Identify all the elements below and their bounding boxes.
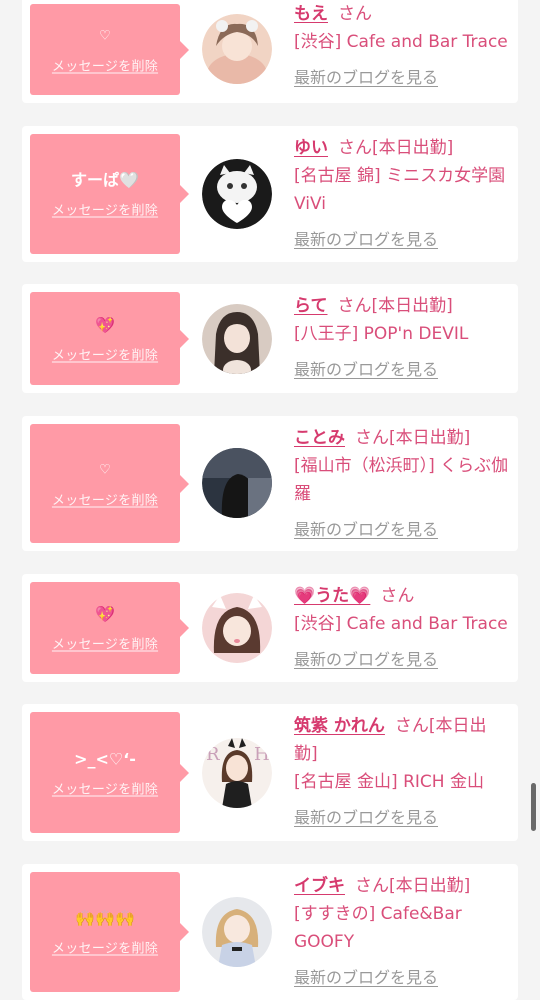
latest-blog-link[interactable]: 最新のブログを見る bbox=[294, 804, 510, 832]
entry-info: 💗うた💗 さん [渋谷] Cafe and Bar Trace 最新のブログを見る bbox=[294, 582, 510, 674]
cast-name-link[interactable]: イブキ bbox=[294, 876, 345, 896]
delete-message-link[interactable]: メッセージを削除 bbox=[52, 489, 158, 508]
avatar-image bbox=[202, 14, 272, 84]
delete-message-link[interactable]: メッセージを削除 bbox=[52, 634, 158, 653]
cast-name-link[interactable]: らて bbox=[294, 296, 328, 316]
list-item: 💖 メッセージを削除 らて さん[本日出勤] [八王子] POP'n DEVIL … bbox=[22, 284, 518, 393]
message-text: ♡ bbox=[99, 462, 111, 477]
san-suffix: さん bbox=[394, 716, 429, 736]
cast-name-link[interactable]: ゆい bbox=[294, 138, 328, 158]
message-text: すーぱ🤍 bbox=[71, 170, 139, 190]
avatar-image bbox=[202, 593, 272, 663]
cast-name-link[interactable]: 筑紫 かれん bbox=[294, 716, 385, 736]
entry-info: ことみ さん[本日出勤] [福山市（松浜町）] くらぶ伽羅 最新のブログを見る bbox=[294, 424, 510, 544]
svg-text:H: H bbox=[254, 744, 270, 765]
list-item: 🙌🙌🙌 メッセージを削除 イブキ さん[本日出勤] [すすきの] Cafe&Bar… bbox=[22, 864, 518, 1000]
message-text: 🙌🙌🙌 bbox=[75, 908, 135, 928]
shop-info: [八王子] POP'n DEVIL bbox=[294, 324, 469, 344]
message-text: >_<♡‘- bbox=[74, 749, 136, 768]
status-label: [本日出勤] bbox=[389, 876, 471, 896]
latest-blog-link[interactable]: 最新のブログを見る bbox=[294, 646, 510, 674]
delete-message-link[interactable]: メッセージを削除 bbox=[52, 778, 158, 797]
message-bubble: 💖 メッセージを削除 bbox=[30, 582, 189, 674]
san-suffix: さん bbox=[355, 876, 389, 896]
list-item: >_<♡‘- メッセージを削除 R H 筑紫 かれん さん[本日出勤] [名古屋 … bbox=[22, 704, 518, 841]
latest-blog-link[interactable]: 最新のブログを見る bbox=[294, 356, 510, 384]
list-item: ♡ メッセージを削除 ことみ さん[本日出勤] [福山市（松浜町）] くらぶ伽羅 … bbox=[22, 416, 518, 551]
san-suffix: さん bbox=[337, 296, 372, 316]
list-item: すーぱ🤍 メッセージを削除 ゆい さん[本日出勤] [名古屋 錦] ミニスカ女学園… bbox=[22, 126, 518, 262]
message-text: 💖 bbox=[95, 315, 115, 334]
latest-blog-link[interactable]: 最新のブログを見る bbox=[294, 964, 510, 992]
cast-name-link[interactable]: ことみ bbox=[294, 428, 345, 448]
cast-name-link[interactable]: 💗うた💗 bbox=[294, 586, 370, 606]
san-suffix: さん bbox=[338, 4, 372, 24]
delete-message-link[interactable]: メッセージを削除 bbox=[52, 200, 158, 219]
avatar[interactable] bbox=[202, 159, 272, 229]
scrollbar[interactable] bbox=[531, 783, 536, 831]
delete-message-link[interactable]: メッセージを削除 bbox=[52, 344, 158, 363]
entry-info: 筑紫 かれん さん[本日出勤] [名古屋 金山] RICH 金山 最新のブログを見… bbox=[294, 712, 510, 832]
list-item: 💖 メッセージを削除 💗うた💗 さん [渋谷] Cafe and Bar Trac… bbox=[22, 574, 518, 682]
list-item: ♡ メッセージを削除 もえ さん [渋谷] Cafe and Bar Trace … bbox=[22, 0, 518, 103]
avatar[interactable] bbox=[202, 304, 272, 374]
shop-info: [渋谷] Cafe and Bar Trace bbox=[294, 32, 508, 52]
avatar-image bbox=[202, 448, 272, 518]
message-bubble: 🙌🙌🙌 メッセージを削除 bbox=[30, 872, 189, 992]
message-bubble: ♡ メッセージを削除 bbox=[30, 4, 189, 95]
latest-blog-link[interactable]: 最新のブログを見る bbox=[294, 516, 510, 544]
message-bubble: すーぱ🤍 メッセージを削除 bbox=[30, 134, 189, 254]
avatar[interactable] bbox=[202, 593, 272, 663]
entry-info: イブキ さん[本日出勤] [すすきの] Cafe&Bar GOOFY 最新のブログ… bbox=[294, 872, 510, 992]
message-text: 💖 bbox=[95, 604, 115, 624]
san-suffix: さん bbox=[380, 586, 415, 606]
status-label: [本日出勤] bbox=[389, 428, 471, 448]
avatar[interactable]: R H bbox=[202, 738, 272, 808]
svg-text:R: R bbox=[206, 744, 220, 765]
delete-message-link[interactable]: メッセージを削除 bbox=[52, 55, 158, 74]
message-bubble: >_<♡‘- メッセージを削除 bbox=[30, 712, 189, 833]
san-suffix: さん bbox=[338, 138, 372, 158]
avatar-image bbox=[202, 304, 272, 374]
delete-message-link[interactable]: メッセージを削除 bbox=[52, 938, 158, 957]
entry-info: もえ さん [渋谷] Cafe and Bar Trace 最新のブログを見る bbox=[294, 0, 510, 92]
status-label: [本日出勤] bbox=[372, 138, 454, 158]
entry-info: ゆい さん[本日出勤] [名古屋 錦] ミニスカ女学園ViVi 最新のブログを見る bbox=[294, 134, 510, 254]
status-label: [本日出勤] bbox=[371, 296, 453, 316]
avatar[interactable] bbox=[202, 897, 272, 967]
shop-info: [名古屋 錦] ミニスカ女学園ViVi bbox=[294, 166, 506, 214]
cast-name-link[interactable]: もえ bbox=[294, 4, 328, 24]
message-bubble: 💖 メッセージを削除 bbox=[30, 292, 189, 385]
avatar-image: R H bbox=[202, 738, 272, 808]
message-text: ♡ bbox=[99, 28, 111, 43]
avatar-image bbox=[202, 159, 272, 229]
message-bubble: ♡ メッセージを削除 bbox=[30, 424, 189, 543]
latest-blog-link[interactable]: 最新のブログを見る bbox=[294, 64, 510, 92]
shop-info: [渋谷] Cafe and Bar Trace bbox=[294, 614, 508, 634]
avatar[interactable] bbox=[202, 448, 272, 518]
avatar[interactable] bbox=[202, 14, 272, 84]
entry-info: らて さん[本日出勤] [八王子] POP'n DEVIL 最新のブログを見る bbox=[294, 292, 510, 384]
shop-info: [すすきの] Cafe&Bar GOOFY bbox=[294, 904, 462, 952]
shop-info: [名古屋 金山] RICH 金山 bbox=[294, 772, 484, 792]
latest-blog-link[interactable]: 最新のブログを見る bbox=[294, 226, 510, 254]
san-suffix: さん bbox=[355, 428, 389, 448]
avatar-image bbox=[202, 897, 272, 967]
shop-info: [福山市（松浜町）] くらぶ伽羅 bbox=[294, 456, 509, 504]
